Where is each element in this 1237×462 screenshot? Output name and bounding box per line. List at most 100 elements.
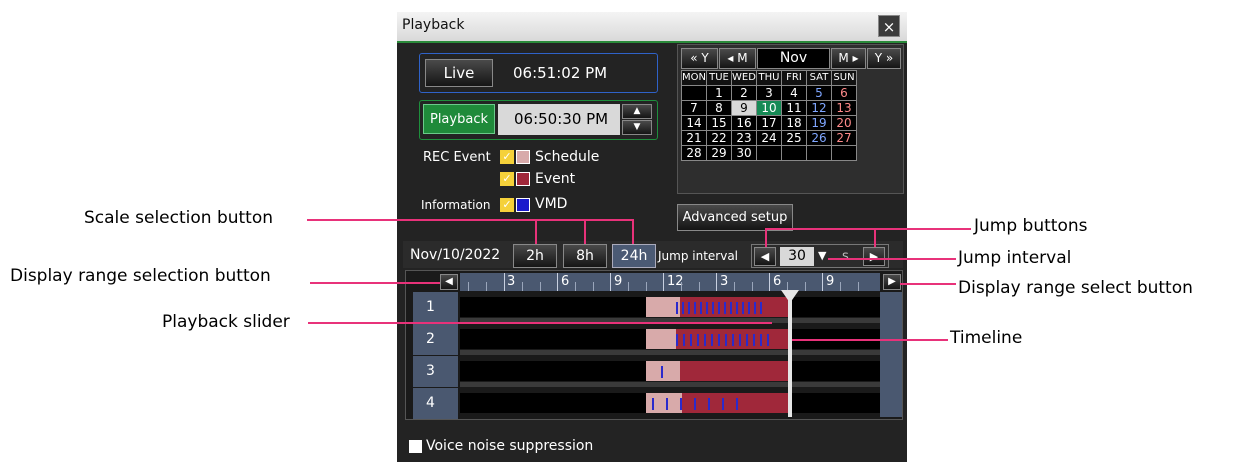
scale-24h-button[interactable]: 24h — [612, 244, 656, 268]
playback-button[interactable]: Playback — [423, 104, 495, 134]
callout-line — [310, 282, 440, 284]
schedule-label: Schedule — [535, 149, 600, 165]
left-arrow-icon: ◀ — [445, 276, 453, 287]
day-cell[interactable]: 23 — [731, 130, 757, 146]
voice-noise-label: Voice noise suppression — [426, 438, 594, 454]
vmd-label: VMD — [535, 196, 568, 212]
live-time: 06:51:02 PM — [513, 64, 608, 82]
jump-back-button[interactable]: ◀ — [754, 247, 776, 266]
day-cell[interactable]: 17 — [756, 115, 782, 131]
jump-forward-button[interactable]: ▶ — [863, 247, 885, 266]
callout-line — [874, 228, 876, 247]
display-range-next-button[interactable]: ▶ — [883, 274, 901, 290]
scale-2h-button[interactable]: 2h — [513, 244, 557, 268]
camera-track[interactable] — [460, 393, 880, 413]
camera-label: 1 — [413, 292, 458, 323]
day-cell[interactable]: 30 — [731, 145, 757, 161]
camera-track[interactable] — [460, 297, 880, 317]
hour-label: 9 — [614, 274, 623, 289]
playback-slider-line[interactable] — [788, 296, 792, 417]
day-cell[interactable]: 22 — [706, 130, 732, 146]
day-cell[interactable]: 7 — [681, 100, 707, 116]
day-cell — [681, 85, 707, 101]
month-next-button[interactable]: M ▸ — [831, 48, 866, 69]
day-cell[interactable]: 26 — [806, 130, 832, 146]
day-cell-today[interactable]: 10 — [756, 100, 782, 116]
hour-label: 6 — [773, 274, 782, 289]
hour-label: 3 — [720, 274, 729, 289]
year-next-button[interactable]: Y » — [867, 48, 901, 69]
event-checkbox[interactable]: ✓ — [500, 172, 514, 186]
timeline-date: Nov/10/2022 — [410, 247, 501, 263]
hour-label: 6 — [561, 274, 570, 289]
display-range-prev-button[interactable]: ◀ — [440, 274, 458, 290]
month-prev-button[interactable]: ◂ M — [719, 48, 756, 69]
day-cell[interactable]: 14 — [681, 115, 707, 131]
day-cell[interactable]: 29 — [706, 145, 732, 161]
weekday-header: THU — [756, 70, 782, 86]
weekday-header: SUN — [831, 70, 857, 86]
schedule-segment — [646, 361, 680, 381]
day-cell — [831, 145, 857, 161]
schedule-swatch — [516, 150, 530, 164]
day-cell[interactable]: 21 — [681, 130, 707, 146]
callout-line — [584, 219, 586, 244]
event-swatch — [516, 172, 530, 186]
voice-noise-checkbox[interactable] — [409, 440, 422, 453]
camera-track[interactable] — [460, 361, 880, 381]
day-cell[interactable]: 15 — [706, 115, 732, 131]
day-cell[interactable]: 3 — [756, 85, 782, 101]
track-separator — [460, 382, 880, 387]
jump-interval-dropdown-icon[interactable]: ▼ — [818, 249, 826, 262]
time-ruler: 3 6 9 12 3 6 9 — [460, 273, 880, 291]
day-cell[interactable]: 2 — [731, 85, 757, 101]
event-segment — [680, 361, 790, 381]
day-cell[interactable]: 18 — [781, 115, 807, 131]
weekday-row: MON TUE WED THU FRI SAT SUN — [681, 70, 857, 86]
day-cell[interactable]: 27 — [831, 130, 857, 146]
advanced-setup-button[interactable]: Advanced setup — [677, 204, 793, 231]
callout-line — [900, 283, 956, 285]
left-triangle-icon: ◀ — [760, 250, 770, 263]
time-down-button[interactable]: ▼ — [622, 120, 652, 135]
day-cell[interactable]: 8 — [706, 100, 732, 116]
day-cell[interactable]: 25 — [781, 130, 807, 146]
scale-8h-button[interactable]: 8h — [563, 244, 607, 268]
week-row: 1 2 3 4 5 6 — [681, 85, 857, 101]
day-cell[interactable]: 11 — [781, 100, 807, 116]
day-cell[interactable]: 4 — [781, 85, 807, 101]
day-cell[interactable]: 12 — [806, 100, 832, 116]
day-cell[interactable]: 19 — [806, 115, 832, 131]
right-arrow-icon: ▶ — [888, 276, 896, 287]
day-cell[interactable]: 6 — [831, 85, 857, 101]
vmd-marks — [676, 302, 766, 314]
weekday-header: MON — [681, 70, 707, 86]
vmd-checkbox[interactable]: ✓ — [500, 198, 514, 212]
weekday-header: TUE — [706, 70, 732, 86]
track-separator — [460, 350, 880, 355]
time-up-button[interactable]: ▲ — [622, 104, 652, 119]
day-cell[interactable]: 13 — [831, 100, 857, 116]
live-button[interactable]: Live — [425, 59, 493, 87]
day-cell[interactable]: 16 — [731, 115, 757, 131]
callout-jump-interval: Jump interval — [958, 248, 1072, 268]
weekday-header: SAT — [806, 70, 832, 86]
day-cell[interactable]: 20 — [831, 115, 857, 131]
schedule-checkbox[interactable]: ✓ — [500, 150, 514, 164]
week-row: 28 29 30 — [681, 145, 857, 161]
playback-slider-handle[interactable] — [781, 290, 799, 303]
day-cell[interactable]: 5 — [806, 85, 832, 101]
callout-scale-selection: Scale selection button — [84, 208, 274, 228]
year-prev-button[interactable]: « Y — [681, 48, 718, 69]
day-cell[interactable]: 1 — [706, 85, 732, 101]
jump-interval-label: Jump interval — [658, 249, 739, 263]
week-row: 21 22 23 24 25 26 27 — [681, 130, 857, 146]
jump-interval-value[interactable]: 30 — [780, 247, 814, 266]
day-cell[interactable]: 24 — [756, 130, 782, 146]
callout-line — [828, 258, 956, 260]
day-cell-selected[interactable]: 9 — [731, 100, 757, 116]
weekday-header: WED — [731, 70, 757, 86]
vmd-swatch — [516, 198, 530, 212]
close-button[interactable]: × — [878, 15, 900, 37]
day-cell[interactable]: 28 — [681, 145, 707, 161]
